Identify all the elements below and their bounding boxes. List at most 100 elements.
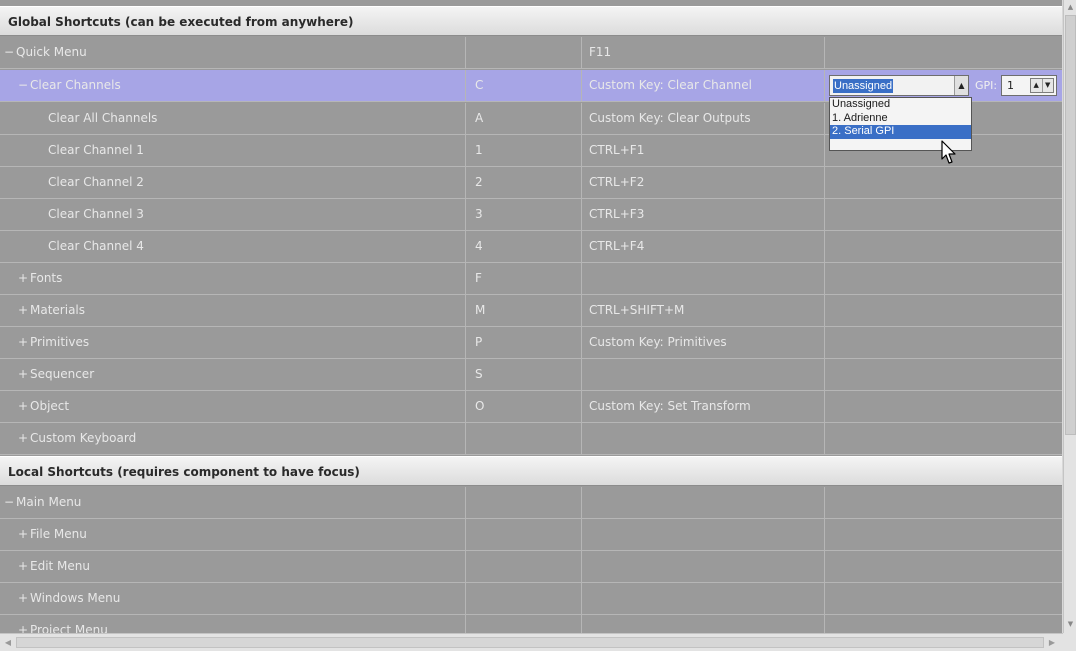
dropdown-option-unassigned[interactable]: Unassigned (830, 98, 971, 112)
action-cell[interactable] (582, 359, 825, 390)
expand-icon[interactable]: + (16, 615, 30, 633)
expand-icon[interactable]: + (16, 583, 30, 614)
action-cell[interactable]: CTRL+F3 (582, 199, 825, 230)
dropdown-option-adrienne[interactable]: 1. Adrienne (830, 112, 971, 126)
gpi-device-combobox[interactable]: Unassigned ▲ (829, 75, 969, 96)
gpi-cell[interactable] (825, 327, 1062, 358)
key-cell[interactable]: 4 (466, 231, 582, 262)
action-cell[interactable]: Custom Key: Clear Channel (582, 70, 825, 101)
gpi-cell[interactable] (825, 199, 1062, 230)
vertical-scrollbar[interactable]: ▲ ▼ (1063, 0, 1076, 633)
tree-row-primitives[interactable]: + Primitives P Custom Key: Primitives (0, 327, 1062, 359)
key-cell[interactable] (466, 583, 582, 614)
key-cell[interactable]: S (466, 359, 582, 390)
expand-icon[interactable]: + (16, 295, 30, 326)
vertical-scroll-thumb[interactable] (1065, 15, 1076, 435)
key-cell[interactable] (466, 551, 582, 582)
key-cell[interactable] (466, 487, 582, 518)
gpi-label: GPI: (975, 79, 998, 92)
tree-row-edit-menu[interactable]: + Edit Menu (0, 551, 1062, 583)
key-cell[interactable]: O (466, 391, 582, 422)
action-cell[interactable]: Custom Key: Primitives (582, 327, 825, 358)
action-cell[interactable] (582, 423, 825, 454)
expand-icon[interactable]: + (16, 391, 30, 422)
tree-row-materials[interactable]: + Materials M CTRL+SHIFT+M (0, 295, 1062, 327)
action-cell[interactable]: F11 (582, 37, 825, 68)
action-cell[interactable] (582, 487, 825, 518)
action-cell[interactable] (582, 263, 825, 294)
key-cell[interactable] (466, 37, 582, 68)
tree-row-clear-3[interactable]: Clear Channel 3 3 CTRL+F3 (0, 199, 1062, 231)
scroll-right-icon[interactable]: ▶ (1046, 636, 1058, 649)
tree-row-sequencer[interactable]: + Sequencer S (0, 359, 1062, 391)
gpi-cell[interactable] (825, 37, 1062, 68)
key-cell[interactable]: A (466, 103, 582, 134)
tree-row-custom-keyboard[interactable]: + Custom Keyboard (0, 423, 1062, 455)
collapse-icon[interactable]: − (16, 70, 30, 101)
tree-row-fonts[interactable]: + Fonts F (0, 263, 1062, 295)
key-cell[interactable]: F (466, 263, 582, 294)
expand-icon[interactable]: + (16, 263, 30, 294)
horizontal-scroll-thumb[interactable] (16, 637, 1044, 648)
horizontal-scrollbar[interactable]: ◀ ▶ (0, 633, 1063, 651)
key-cell[interactable]: 3 (466, 199, 582, 230)
gpi-cell[interactable] (825, 583, 1062, 614)
key-cell[interactable]: 1 (466, 135, 582, 166)
expand-icon[interactable]: + (16, 423, 30, 454)
action-cell[interactable]: Custom Key: Set Transform (582, 391, 825, 422)
scroll-down-icon[interactable]: ▼ (1065, 618, 1076, 631)
action-cell[interactable] (582, 583, 825, 614)
expand-icon[interactable]: + (16, 359, 30, 390)
gpi-cell[interactable] (825, 359, 1062, 390)
tree-row-main-menu[interactable]: − Main Menu (0, 487, 1062, 519)
gpi-cell[interactable] (825, 423, 1062, 454)
key-cell[interactable]: C (466, 70, 582, 101)
action-cell[interactable]: CTRL+SHIFT+M (582, 295, 825, 326)
spin-down-icon[interactable]: ▼ (1043, 79, 1054, 92)
key-cell[interactable] (466, 423, 582, 454)
tree-row-file-menu[interactable]: + File Menu (0, 519, 1062, 551)
gpi-cell[interactable] (825, 263, 1062, 294)
gpi-cell[interactable] (825, 615, 1062, 633)
action-cell[interactable]: CTRL+F4 (582, 231, 825, 262)
key-cell[interactable] (466, 615, 582, 633)
collapse-icon[interactable]: − (2, 487, 16, 518)
tree-row-quick-menu[interactable]: − Quick Menu F11 (0, 37, 1062, 69)
collapse-icon[interactable]: − (2, 37, 16, 68)
action-cell[interactable]: CTRL+F2 (582, 167, 825, 198)
expand-icon[interactable]: + (16, 327, 30, 358)
tree-row-project-menu[interactable]: + Project Menu (0, 615, 1062, 633)
row-label: Main Menu (16, 495, 82, 509)
tree-row-object[interactable]: + Object O Custom Key: Set Transform (0, 391, 1062, 423)
gpi-cell[interactable] (825, 391, 1062, 422)
key-cell[interactable]: P (466, 327, 582, 358)
key-cell[interactable] (466, 519, 582, 550)
gpi-cell[interactable] (825, 231, 1062, 262)
action-cell[interactable]: Custom Key: Clear Outputs (582, 103, 825, 134)
action-cell[interactable] (582, 551, 825, 582)
tree-row-clear-4[interactable]: Clear Channel 4 4 CTRL+F4 (0, 231, 1062, 263)
gpi-cell[interactable] (825, 551, 1062, 582)
expand-icon[interactable]: + (16, 551, 30, 582)
action-cell[interactable] (582, 615, 825, 633)
gpi-number-stepper[interactable]: 1 ▲ ▼ (1001, 75, 1057, 96)
gpi-cell[interactable] (825, 519, 1062, 550)
gpi-cell[interactable] (825, 295, 1062, 326)
scroll-left-icon[interactable]: ◀ (2, 636, 14, 649)
dropdown-option-serial-gpi[interactable]: 2. Serial GPI (830, 125, 971, 139)
scroll-up-icon[interactable]: ▲ (1065, 1, 1076, 14)
chevron-up-icon[interactable]: ▲ (954, 76, 968, 95)
key-cell[interactable]: M (466, 295, 582, 326)
spin-up-icon[interactable]: ▲ (1031, 79, 1043, 92)
action-cell[interactable]: CTRL+F1 (582, 135, 825, 166)
local-shortcuts-header: Local Shortcuts (requires component to h… (0, 456, 1062, 486)
gpi-cell[interactable] (825, 487, 1062, 518)
tree-row-windows-menu[interactable]: + Windows Menu (0, 583, 1062, 615)
spin-buttons[interactable]: ▲ ▼ (1030, 78, 1054, 93)
action-cell[interactable] (582, 519, 825, 550)
tree-row-clear-2[interactable]: Clear Channel 2 2 CTRL+F2 (0, 167, 1062, 199)
row-label: Primitives (30, 335, 90, 349)
gpi-cell[interactable] (825, 167, 1062, 198)
expand-icon[interactable]: + (16, 519, 30, 550)
key-cell[interactable]: 2 (466, 167, 582, 198)
